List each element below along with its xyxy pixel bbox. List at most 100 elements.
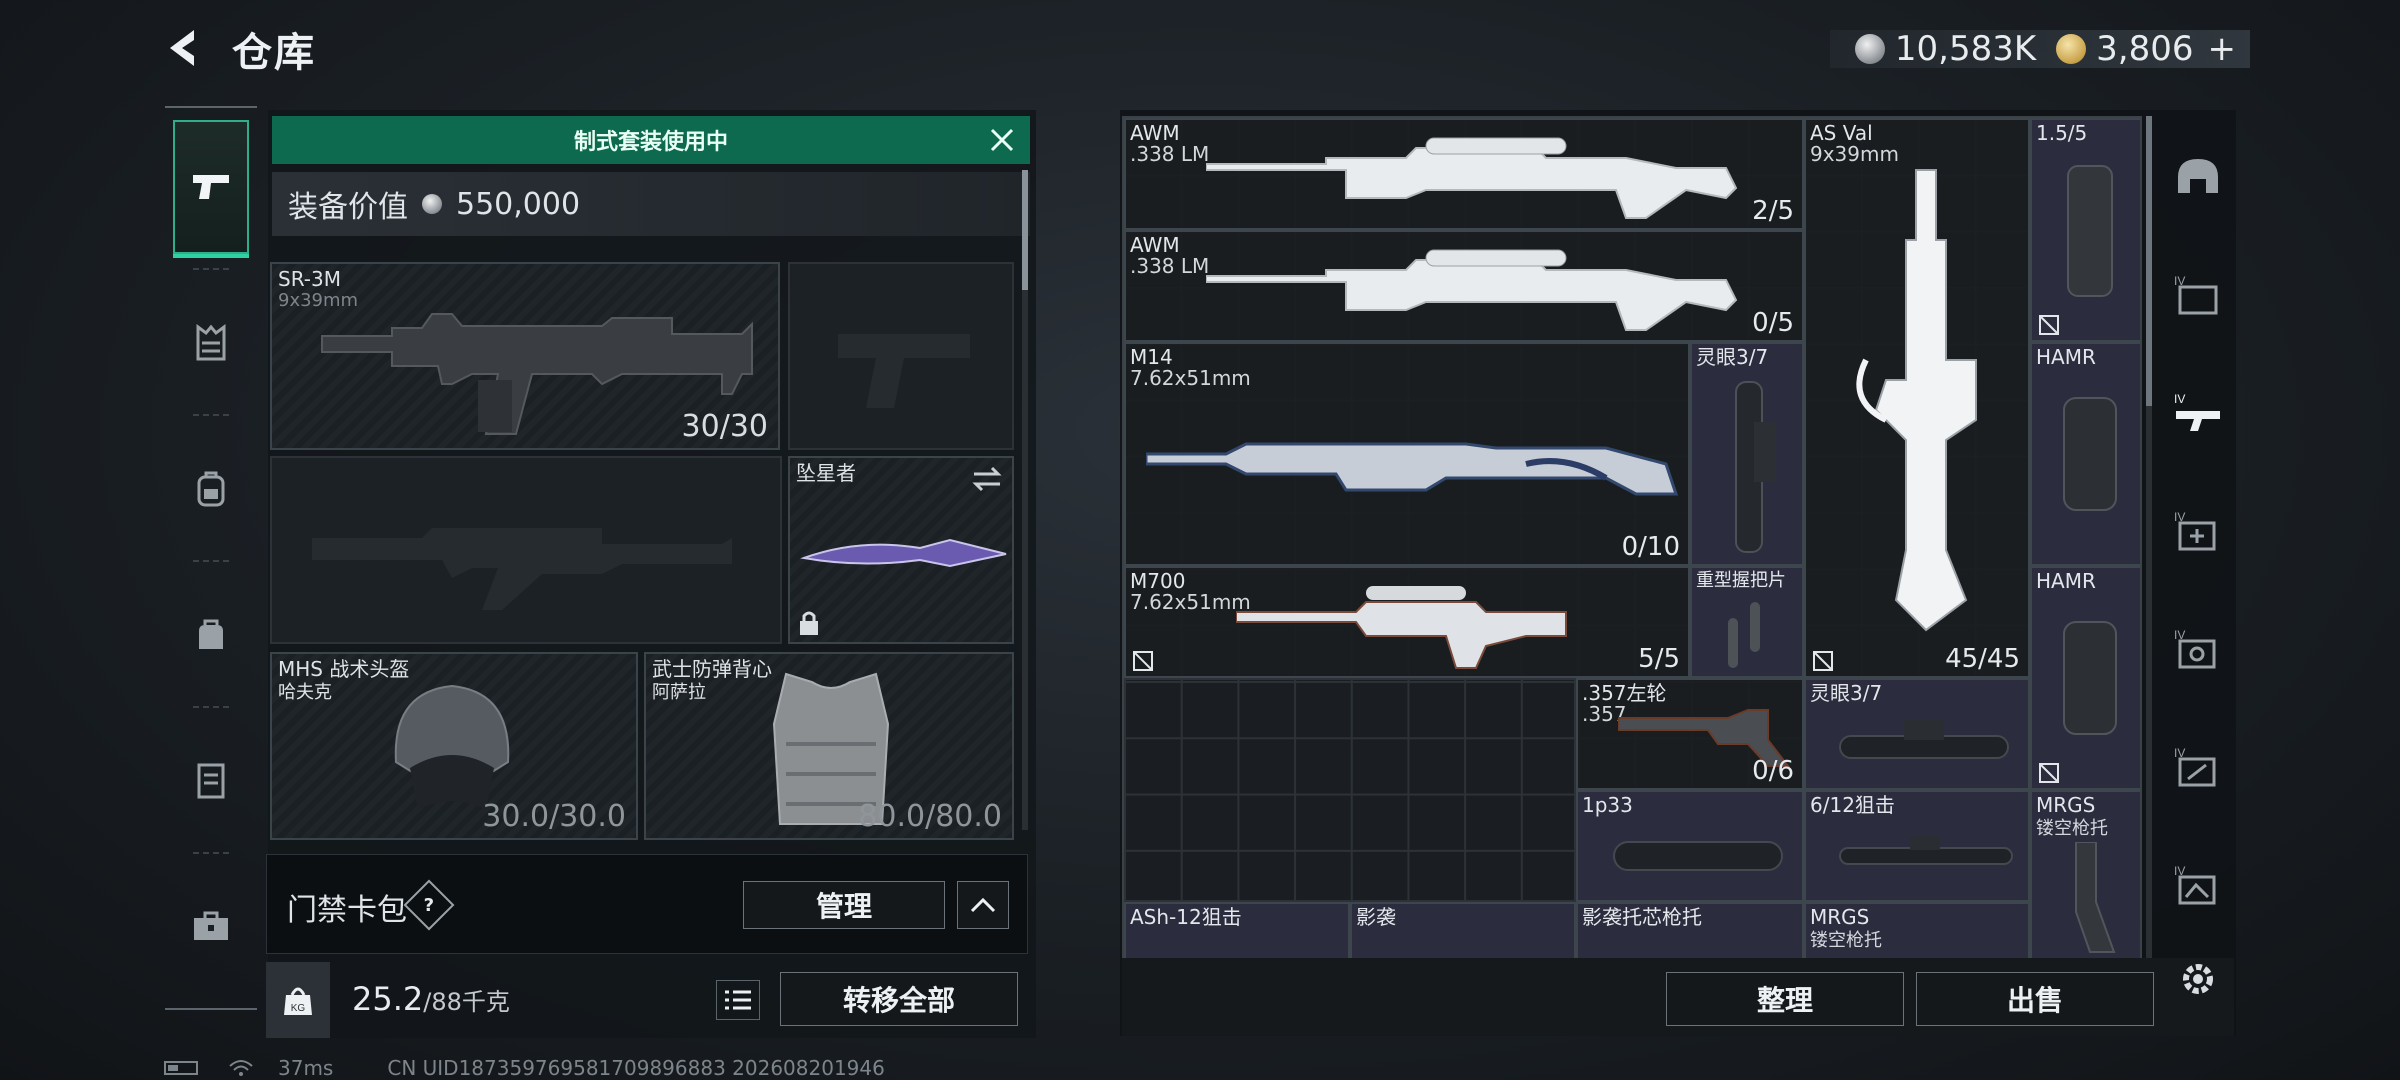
- manage-button[interactable]: 管理: [743, 881, 945, 929]
- sell-button[interactable]: 出售: [1916, 972, 2154, 1026]
- chevron-up-icon: [970, 897, 996, 913]
- help-button[interactable]: ?: [403, 879, 455, 931]
- rifle-silhouette-icon: [312, 528, 732, 610]
- list-view-button[interactable]: [716, 980, 760, 1020]
- storage-item-m700[interactable]: M700 7.62x51mm 5/5: [1124, 566, 1690, 678]
- m700-rifle-image: [1236, 586, 1567, 669]
- wifi-icon: [229, 1060, 253, 1076]
- keycard-case-label: 门禁卡包: [287, 893, 407, 928]
- filter-tier4-stock[interactable]: IV: [2160, 844, 2236, 926]
- vest-icon: [196, 324, 226, 361]
- storage-item-awm-1[interactable]: AWM .338 LM 2/5: [1124, 118, 1804, 230]
- close-icon: [990, 128, 1014, 152]
- storage-item-mrgs-2[interactable]: MRGS 镂空枪托: [1804, 902, 2030, 958]
- preset-banner-text: 制式套装使用中: [573, 130, 728, 155]
- add-currency-button[interactable]: +: [2208, 29, 2237, 69]
- back-button[interactable]: [160, 24, 208, 72]
- no-insure-icon: [1813, 651, 1833, 671]
- weight-current: 25.2: [352, 980, 424, 1018]
- filter-tier4-medkit[interactable]: IV: [2160, 490, 2236, 572]
- rail-item-locker[interactable]: [173, 714, 249, 848]
- svg-text:IV: IV: [2174, 392, 2185, 406]
- transfer-all-button[interactable]: 转移全部: [780, 972, 1018, 1026]
- storage-item-hamr-2[interactable]: HAMR: [2030, 566, 2140, 790]
- storage-item-357-revolver[interactable]: .357左轮 .357 0/6: [1576, 678, 1804, 790]
- storage-item-m14[interactable]: M14 7.62x51mm 0/10: [1124, 342, 1690, 566]
- svg-text:KG: KG: [291, 1003, 306, 1014]
- filter-tier4-folder[interactable]: IV: [2160, 254, 2236, 336]
- swap-icon[interactable]: [972, 466, 1002, 492]
- armor-slot[interactable]: 武士防弹背心 阿萨拉 80.0/80.0: [644, 652, 1014, 840]
- hamr-scope-image: [2063, 397, 2117, 511]
- silver-coin-icon: [1854, 34, 1885, 64]
- preset-banner: 制式套装使用中: [272, 116, 1030, 164]
- page-title: 仓库: [232, 30, 316, 76]
- pistol-silhouette-icon: [838, 334, 970, 408]
- storage-item-heavy-grip[interactable]: 重型握把片: [1690, 566, 1804, 678]
- gear-icon: [2183, 964, 2213, 994]
- primary-weapon-slot[interactable]: SR-3M 9x39mm 30/30: [270, 262, 780, 450]
- equipment-value-row: 装备价值 550,000: [272, 172, 1030, 236]
- weight-row: KG 25.2/88千克 转移全部: [266, 962, 1036, 1038]
- filter-helmet[interactable]: [2160, 136, 2236, 218]
- loadout-scrollbar-thumb[interactable]: [1022, 170, 1028, 290]
- scope-image: [1839, 720, 2009, 759]
- tier4-folder-icon: IV: [2174, 274, 2218, 315]
- storage-item-1p33[interactable]: 1p33: [1576, 790, 1804, 902]
- storage-item-as-val[interactable]: AS Val 9x39mm 45/45: [1804, 118, 2030, 678]
- storage-item-awm-2[interactable]: AWM .338 LM 0/5: [1124, 230, 1804, 342]
- list-icon: [725, 990, 751, 1010]
- storage-scrollbar-thumb[interactable]: [2146, 116, 2152, 406]
- tier4-medkit-icon: IV: [2174, 510, 2216, 551]
- storage-item-scope-1-5x[interactable]: 1.5/5: [2030, 118, 2140, 342]
- rail-item-case[interactable]: [173, 860, 249, 994]
- backpack-icon: [197, 471, 225, 507]
- melee-slot[interactable]: 坠星者: [788, 456, 1014, 644]
- helmet-slot[interactable]: MHS 战术头盔 哈夫克 30.0/30.0: [270, 652, 638, 840]
- knife-image: [800, 538, 1007, 568]
- storage-item-shadow[interactable]: 影袭: [1350, 902, 1576, 958]
- hamr-scope-image: [2063, 621, 2117, 735]
- storage-item-shadow-stock[interactable]: 影袭托芯枪托: [1576, 902, 1804, 958]
- tier4-rifle-icon: IV: [2174, 392, 2220, 431]
- awm-rifle-image: [1206, 249, 1738, 331]
- scope-image: [2067, 165, 2113, 297]
- storage-item-hamr-1[interactable]: HAMR: [2030, 342, 2140, 566]
- no-insure-icon: [2039, 763, 2059, 783]
- no-insure-icon: [2039, 315, 2059, 335]
- storage-item-mrgs-1[interactable]: MRGS 镂空枪托: [2030, 790, 2140, 958]
- scope-image: [1735, 381, 1776, 553]
- keycard-case-row: 门禁卡包 ? 管理: [266, 854, 1028, 954]
- back-arrow-icon: [170, 30, 194, 66]
- sort-button[interactable]: 整理: [1666, 972, 1904, 1026]
- no-insure-icon: [1133, 651, 1153, 671]
- secondary-weapon-slot[interactable]: [270, 456, 782, 644]
- bag-icon: [199, 619, 223, 649]
- filter-tier4-scope[interactable]: IV: [2160, 608, 2236, 690]
- filter-tier4-rifle[interactable]: IV: [2160, 372, 2236, 454]
- rail-item-weapons[interactable]: [173, 120, 249, 258]
- gold-coin-icon: [2056, 34, 2087, 64]
- pistol-slot[interactable]: [788, 262, 1014, 450]
- stock-image: [2075, 842, 2116, 953]
- filter-tier4-grip[interactable]: IV: [2160, 726, 2236, 808]
- storage-item-scope-3-7x-2[interactable]: 灵眼3/7: [1804, 678, 2030, 790]
- briefcase-icon: [194, 911, 228, 940]
- close-banner-button[interactable]: [986, 124, 1018, 156]
- tier4-stock-icon: IV: [2174, 864, 2216, 905]
- storage-item-scope-6-12x[interactable]: 6/12狙击: [1804, 790, 2030, 902]
- storage-item-ash12-scope[interactable]: ASh-12狙击: [1124, 902, 1350, 958]
- rail-item-bag[interactable]: [173, 568, 249, 702]
- rail-item-armor[interactable]: [173, 276, 249, 410]
- category-rail: [165, 106, 257, 1010]
- currency-bar: 10,583K 3,806 +: [1830, 29, 2250, 69]
- ping-text: 37ms: [278, 1056, 334, 1080]
- rail-item-backpack[interactable]: [173, 422, 249, 556]
- m14-rifle-image: [1146, 442, 1679, 496]
- collapse-button[interactable]: [957, 881, 1009, 929]
- gold-amount: 3,806: [2096, 29, 2194, 69]
- storage-item-scope-3-7x[interactable]: 灵眼3/7: [1690, 342, 1804, 566]
- settings-button[interactable]: [2160, 938, 2236, 1020]
- asval-rifle-image: [1856, 169, 1977, 632]
- grip-image: [1728, 602, 1760, 668]
